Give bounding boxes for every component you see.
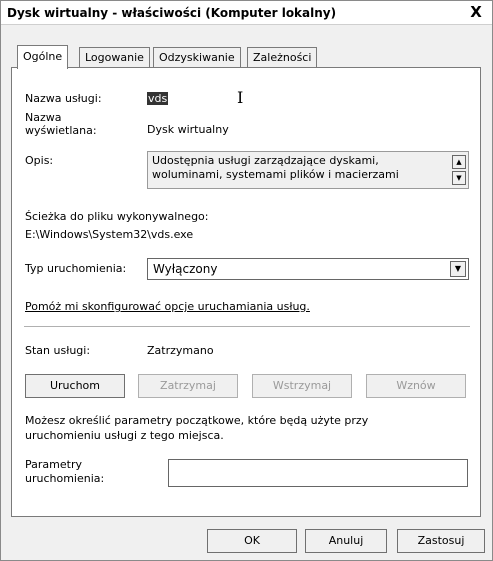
description-line2: woluminami, systemami plików i macierzam… bbox=[152, 168, 399, 181]
params-label-line2: uruchomienia: bbox=[25, 472, 105, 485]
startup-help-link[interactable]: Pomóż mi skonfigurować opcje uruchamiani… bbox=[25, 300, 310, 313]
params-info-line1: Możesz określić parametry początkowe, kt… bbox=[25, 414, 369, 427]
display-name-value[interactable]: Dysk wirtualny bbox=[147, 123, 229, 136]
tab-logon[interactable]: Logowanie bbox=[79, 47, 150, 67]
startup-type-label: Typ uruchomienia: bbox=[25, 262, 127, 275]
stop-button[interactable]: Zatrzymaj bbox=[138, 374, 238, 398]
scroll-down-icon[interactable]: ▼ bbox=[452, 171, 466, 185]
cancel-button[interactable]: Anuluj bbox=[305, 529, 387, 553]
pause-button[interactable]: Wstrzymaj bbox=[252, 374, 352, 398]
ok-button[interactable]: OK bbox=[207, 529, 297, 553]
chevron-down-icon[interactable]: ▼ bbox=[450, 261, 466, 277]
display-name-label-line1: Nazwa bbox=[25, 111, 62, 124]
tab-recovery[interactable]: Odzyskiwanie bbox=[153, 47, 241, 67]
close-icon[interactable]: X bbox=[468, 4, 484, 20]
startup-type-value: Wyłączony bbox=[153, 262, 218, 276]
text-cursor-icon: I bbox=[237, 88, 244, 107]
properties-window: Dysk wirtualny - właściwości (Komputer l… bbox=[0, 0, 493, 561]
service-name-label: Nazwa usługi: bbox=[25, 92, 102, 105]
params-label-line1: Parametry bbox=[25, 458, 82, 471]
path-label: Ścieżka do pliku wykonywalnego: bbox=[25, 210, 209, 223]
params-info-line2: uruchomieniu usługi z tego miejsca. bbox=[25, 429, 224, 442]
description-line1: Udostępnia usługi zarządzające dyskami, bbox=[152, 154, 379, 167]
general-panel: Nazwa usługi: vds I Nazwa wyświetlana: D… bbox=[11, 67, 481, 517]
path-value[interactable]: E:\Windows\System32\vds.exe bbox=[25, 228, 193, 241]
apply-button[interactable]: Zastosuj bbox=[397, 529, 485, 553]
start-params-input[interactable] bbox=[168, 459, 468, 487]
window-title: Dysk wirtualny - właściwości (Komputer l… bbox=[7, 6, 337, 20]
start-button[interactable]: Uruchom bbox=[25, 374, 125, 398]
startup-type-select[interactable]: Wyłączony ▼ bbox=[147, 258, 469, 280]
resume-button[interactable]: Wznów bbox=[366, 374, 466, 398]
display-name-label-line2: wyświetlana: bbox=[25, 124, 97, 137]
service-status-label: Stan usługi: bbox=[25, 344, 91, 357]
scroll-up-icon[interactable]: ▲ bbox=[452, 155, 466, 169]
description-label: Opis: bbox=[25, 154, 54, 167]
service-name-value[interactable]: vds bbox=[147, 92, 169, 105]
service-status-value: Zatrzymano bbox=[147, 344, 214, 357]
tab-dependencies[interactable]: Zależności bbox=[247, 47, 318, 67]
tab-general[interactable]: Ogólne bbox=[17, 45, 69, 69]
title-bar[interactable]: Dysk wirtualny - właściwości (Komputer l… bbox=[1, 1, 492, 25]
description-box[interactable]: Udostępnia usługi zarządzające dyskami, … bbox=[147, 151, 469, 189]
divider bbox=[24, 326, 470, 327]
